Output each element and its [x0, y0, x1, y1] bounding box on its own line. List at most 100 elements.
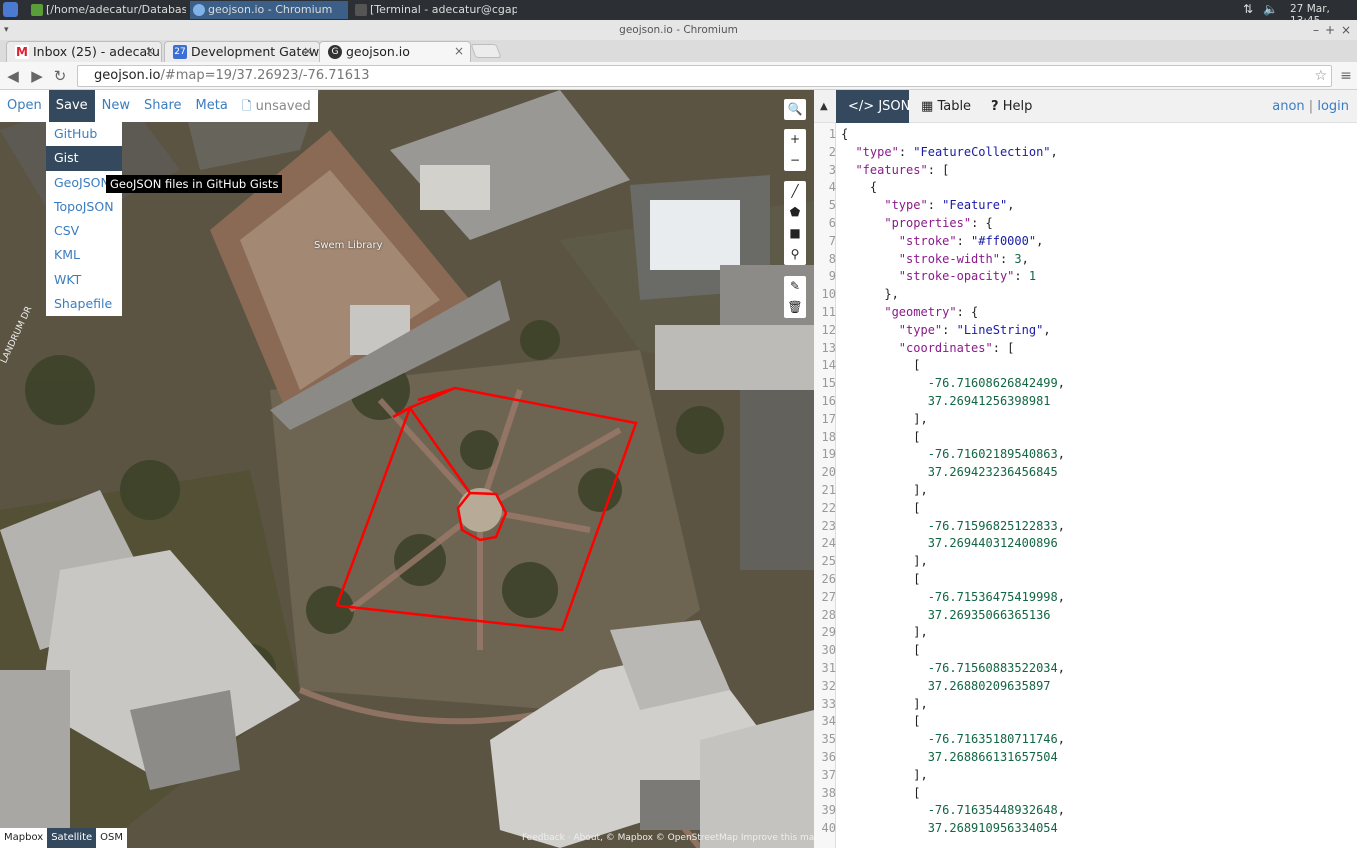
save-topojson[interactable]: TopoJSON	[46, 195, 122, 219]
code-line[interactable]: 34 [	[814, 713, 1357, 731]
new-button[interactable]: New	[95, 90, 137, 122]
code-line[interactable]: 18 [	[814, 429, 1357, 447]
search-icon[interactable]: 🔍	[784, 99, 806, 120]
menu-launcher-icon[interactable]	[3, 2, 18, 17]
code-line[interactable]: 36 37.268866131657504	[814, 749, 1357, 767]
network-icon[interactable]: ⇅	[1243, 2, 1253, 16]
tab-geojson[interactable]: G geojson.io ×	[319, 41, 471, 62]
close-icon[interactable]: ×	[1341, 20, 1351, 40]
edit-icon[interactable]: ✎	[784, 276, 806, 297]
reload-icon[interactable]: ↻	[51, 67, 69, 85]
code-line[interactable]: 2 "type": "FeatureCollection",	[814, 144, 1357, 162]
code-line[interactable]: 3 "features": [	[814, 162, 1357, 180]
code-line[interactable]: 15 -76.71608626842499,	[814, 375, 1357, 393]
save-gist[interactable]: Gist	[46, 146, 122, 171]
url-input[interactable]: geojson.io/#map=19/37.26923/-76.71613 ☆	[77, 65, 1332, 87]
code-line[interactable]: 26 [	[814, 571, 1357, 589]
code-line[interactable]: 20 37.269423236456845	[814, 464, 1357, 482]
map-attribution[interactable]: Feedback · About, © Mapbox © OpenStreetM…	[522, 833, 820, 843]
code-line[interactable]: 24 37.269440312400896	[814, 535, 1357, 553]
chrome-menu-icon[interactable]: ≡	[1337, 67, 1355, 85]
map-canvas[interactable]: Swem Library LANDRUM DR	[0, 90, 814, 848]
code-line[interactable]: 40 37.268910956334054	[814, 820, 1357, 838]
code-line[interactable]: 35 -76.71635180711746,	[814, 731, 1357, 749]
edit-control: ✎ 🗑	[784, 276, 806, 318]
open-button[interactable]: Open	[0, 90, 49, 122]
save-shapefile[interactable]: Shapefile	[46, 292, 122, 316]
layer-satellite[interactable]: Satellite	[47, 828, 97, 848]
code-line[interactable]: 1{	[814, 126, 1357, 144]
delete-icon[interactable]: 🗑	[784, 297, 806, 318]
volume-icon[interactable]: 🔈	[1263, 2, 1278, 16]
tab-help[interactable]: ? Help	[979, 90, 1039, 123]
code-line[interactable]: 27 -76.71536475419998,	[814, 589, 1357, 607]
code-line[interactable]: 21 ],	[814, 482, 1357, 500]
save-button[interactable]: Save	[48, 90, 95, 122]
save-github[interactable]: GitHub	[46, 122, 122, 146]
code-line[interactable]: 9 "stroke-opacity": 1	[814, 268, 1357, 286]
code-line[interactable]: 39 -76.71635448932648,	[814, 802, 1357, 820]
code-line[interactable]: 11 "geometry": {	[814, 304, 1357, 322]
save-wkt[interactable]: WKT	[46, 268, 122, 292]
forward-icon[interactable]: ▶	[28, 67, 46, 85]
save-csv[interactable]: CSV	[46, 219, 122, 243]
code-line[interactable]: 33 ],	[814, 696, 1357, 714]
code-line[interactable]: 16 37.26941256398981	[814, 393, 1357, 411]
zoom-out-icon[interactable]: −	[784, 150, 806, 171]
maximize-icon[interactable]: +	[1325, 20, 1335, 40]
layer-osm[interactable]: OSM	[96, 828, 127, 848]
draw-rectangle-icon[interactable]: ■	[784, 223, 806, 244]
tab-close-icon[interactable]: ×	[145, 42, 155, 61]
tab-gmail[interactable]: M Inbox (25) - adecatu ×	[6, 41, 162, 62]
code-line[interactable]: 17 ],	[814, 411, 1357, 429]
code-line[interactable]: 14 [	[814, 357, 1357, 375]
window-menu-icon[interactable]: ▾	[4, 20, 9, 40]
new-tab-button[interactable]	[470, 44, 502, 58]
tab-calendar[interactable]: 27 Development Gatew ×	[164, 41, 320, 62]
code-line[interactable]: 8 "stroke-width": 3,	[814, 251, 1357, 269]
address-bar-row: ◀ ▶ ↻ geojson.io/#map=19/37.26923/-76.71…	[0, 62, 1357, 90]
taskbar-item-filemanager[interactable]: [/home/adecatur/Databas...	[28, 1, 186, 19]
share-button[interactable]: Share	[137, 90, 189, 122]
code-line[interactable]: 28 37.26935066365136	[814, 607, 1357, 625]
drawn-linestring[interactable]	[0, 90, 814, 848]
anon-link[interactable]: anon	[1272, 99, 1304, 114]
code-line[interactable]: 38 [	[814, 785, 1357, 803]
code-line[interactable]: 19 -76.71602189540863,	[814, 446, 1357, 464]
code-line[interactable]: 37 ],	[814, 767, 1357, 785]
tab-table[interactable]: ▦ Table	[909, 90, 977, 123]
draw-marker-icon[interactable]: ⚲	[784, 244, 806, 265]
meta-button[interactable]: Meta	[189, 90, 235, 122]
code-line[interactable]: 12 "type": "LineString",	[814, 322, 1357, 340]
code-line[interactable]: 25 ],	[814, 553, 1357, 571]
code-line[interactable]: 10 },	[814, 286, 1357, 304]
taskbar-item-terminal[interactable]: [Terminal - adecatur@cgap...	[352, 1, 517, 19]
code-line[interactable]: 30 [	[814, 642, 1357, 660]
code-line[interactable]: 32 37.26880209635897	[814, 678, 1357, 696]
code-line[interactable]: 4 {	[814, 179, 1357, 197]
collapse-panel-icon[interactable]: ▲	[820, 90, 828, 123]
code-line[interactable]: 22 [	[814, 500, 1357, 518]
back-icon[interactable]: ◀	[4, 67, 22, 85]
code-line[interactable]: 29 ],	[814, 624, 1357, 642]
code-line[interactable]: 5 "type": "Feature",	[814, 197, 1357, 215]
tab-close-icon[interactable]: ×	[454, 42, 464, 61]
draw-line-icon[interactable]: ╱	[784, 181, 806, 202]
layer-mapbox[interactable]: Mapbox	[0, 828, 47, 848]
code-line[interactable]: 23 -76.71596825122833,	[814, 518, 1357, 536]
minimize-icon[interactable]: –	[1313, 20, 1319, 40]
code-text: 37.26880209635897	[927, 678, 1051, 693]
zoom-in-icon[interactable]: +	[784, 129, 806, 150]
code-line[interactable]: 31 -76.71560883522034,	[814, 660, 1357, 678]
draw-polygon-icon[interactable]: ⬟	[784, 202, 806, 223]
login-link[interactable]: login	[1317, 99, 1349, 114]
code-line[interactable]: 13 "coordinates": [	[814, 340, 1357, 358]
code-text: [	[841, 572, 921, 586]
tab-json[interactable]: </> JSON	[836, 90, 910, 123]
code-line[interactable]: 7 "stroke": "#ff0000",	[814, 233, 1357, 251]
tab-close-icon[interactable]: ×	[303, 42, 313, 61]
code-line[interactable]: 6 "properties": {	[814, 215, 1357, 233]
star-icon[interactable]: ☆	[1314, 66, 1327, 86]
taskbar-item-chromium[interactable]: geojson.io - Chromium	[190, 1, 348, 19]
save-kml[interactable]: KML	[46, 243, 122, 267]
